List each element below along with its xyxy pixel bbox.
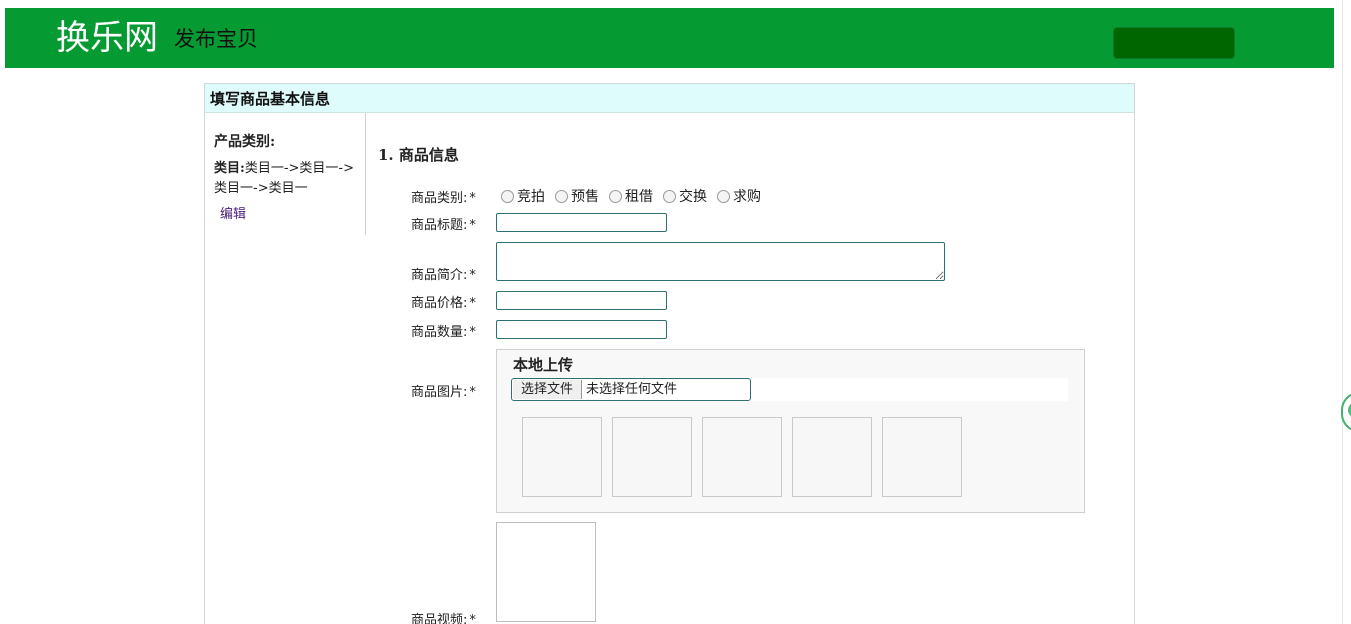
type-radio-rent[interactable]: 租借 [609, 186, 653, 206]
type-radio-group: 竞拍 预售 租借 交换 求购 [501, 186, 761, 206]
edit-category-link[interactable]: 编辑 [220, 203, 246, 222]
choose-file-button[interactable]: 选择文件 [513, 380, 582, 399]
required-mark: * [469, 613, 476, 624]
local-upload-title: 本地上传 [513, 356, 574, 374]
type-option-label: 预售 [571, 189, 599, 205]
type-label-text: 商品类别: [411, 191, 468, 206]
type-option-label: 租借 [625, 189, 653, 205]
file-picker-row: 选择文件 未选择任何文件 [511, 378, 1068, 401]
image-upload-box: 本地上传 选择文件 未选择任何文件 [496, 349, 1085, 513]
intro-textarea[interactable] [496, 242, 945, 281]
section-title: 1. 商品信息 [378, 146, 459, 164]
price-label-text: 商品价格: [411, 296, 468, 311]
header-action-button[interactable] [1113, 27, 1235, 59]
required-mark: * [469, 325, 476, 340]
required-mark: * [469, 296, 476, 311]
site-logo-text[interactable]: 换乐网 [56, 18, 158, 58]
intro-label: 商品简介: * [411, 264, 497, 283]
required-mark: * [469, 191, 476, 206]
title-label: 商品标题: * [411, 214, 497, 233]
panel-header: 填写商品基本信息 [205, 84, 1134, 113]
type-option-label: 求购 [733, 189, 761, 205]
image-label: 商品图片: * [411, 381, 497, 400]
title-label-text: 商品标题: [411, 218, 468, 233]
price-input[interactable] [496, 291, 667, 310]
price-label: 商品价格: * [411, 292, 497, 311]
image-thumbnail-slot[interactable] [612, 417, 692, 497]
radio-circle-icon[interactable] [663, 189, 676, 203]
image-file-input[interactable]: 选择文件 未选择任何文件 [511, 378, 751, 401]
quantity-input[interactable] [496, 320, 667, 339]
product-info-panel: 填写商品基本信息 产品类别: 类目:类目一->类目一->类目一->类目一 编辑 … [204, 83, 1135, 624]
quantity-label-text: 商品数量: [411, 325, 468, 340]
radio-circle-icon[interactable] [717, 189, 730, 203]
page: 换乐网 发布宝贝 填写商品基本信息 产品类别: 类目:类目一->类目一->类目一… [0, 0, 1351, 624]
category-path-label: 类目: [214, 161, 245, 176]
type-option-label: 竞拍 [517, 189, 545, 205]
quantity-label: 商品数量: * [411, 321, 497, 340]
category-heading: 产品类别: [214, 134, 276, 150]
required-mark: * [469, 385, 476, 400]
type-label: 商品类别: * [411, 187, 497, 206]
title-input[interactable] [496, 213, 667, 232]
video-label: 商品视频: * [411, 609, 497, 624]
video-upload-slot[interactable] [496, 522, 596, 622]
top-header-bar: 换乐网 发布宝贝 [5, 8, 1334, 68]
image-label-text: 商品图片: [411, 385, 468, 400]
type-radio-exchange[interactable]: 交换 [663, 186, 707, 206]
image-thumbnail-slot[interactable] [522, 417, 602, 497]
image-thumbnail-slot[interactable] [702, 417, 782, 497]
type-radio-presale[interactable]: 预售 [555, 186, 599, 206]
type-radio-wanted[interactable]: 求购 [717, 186, 761, 206]
file-status-text: 未选择任何文件 [586, 382, 678, 397]
radio-circle-icon[interactable] [501, 189, 514, 203]
type-radio-auction[interactable]: 竞拍 [501, 186, 545, 206]
category-path: 类目:类目一->类目一->类目一->类目一 [214, 159, 362, 199]
panel-title: 填写商品基本信息 [210, 90, 331, 108]
required-mark: * [469, 268, 476, 283]
intro-label-text: 商品简介: [411, 268, 468, 283]
vertical-scrollbar[interactable] [1342, 0, 1351, 624]
video-label-text: 商品视频: [411, 613, 468, 624]
category-sidebar: 产品类别: 类目:类目一->类目一->类目一->类目一 编辑 [205, 113, 366, 235]
radio-circle-icon[interactable] [555, 189, 568, 203]
image-thumbnail-slot[interactable] [792, 417, 872, 497]
radio-circle-icon[interactable] [609, 189, 622, 203]
page-subtitle: 发布宝贝 [174, 27, 258, 51]
required-mark: * [469, 218, 476, 233]
image-thumbnail-slot[interactable] [882, 417, 962, 497]
type-option-label: 交换 [679, 189, 707, 205]
